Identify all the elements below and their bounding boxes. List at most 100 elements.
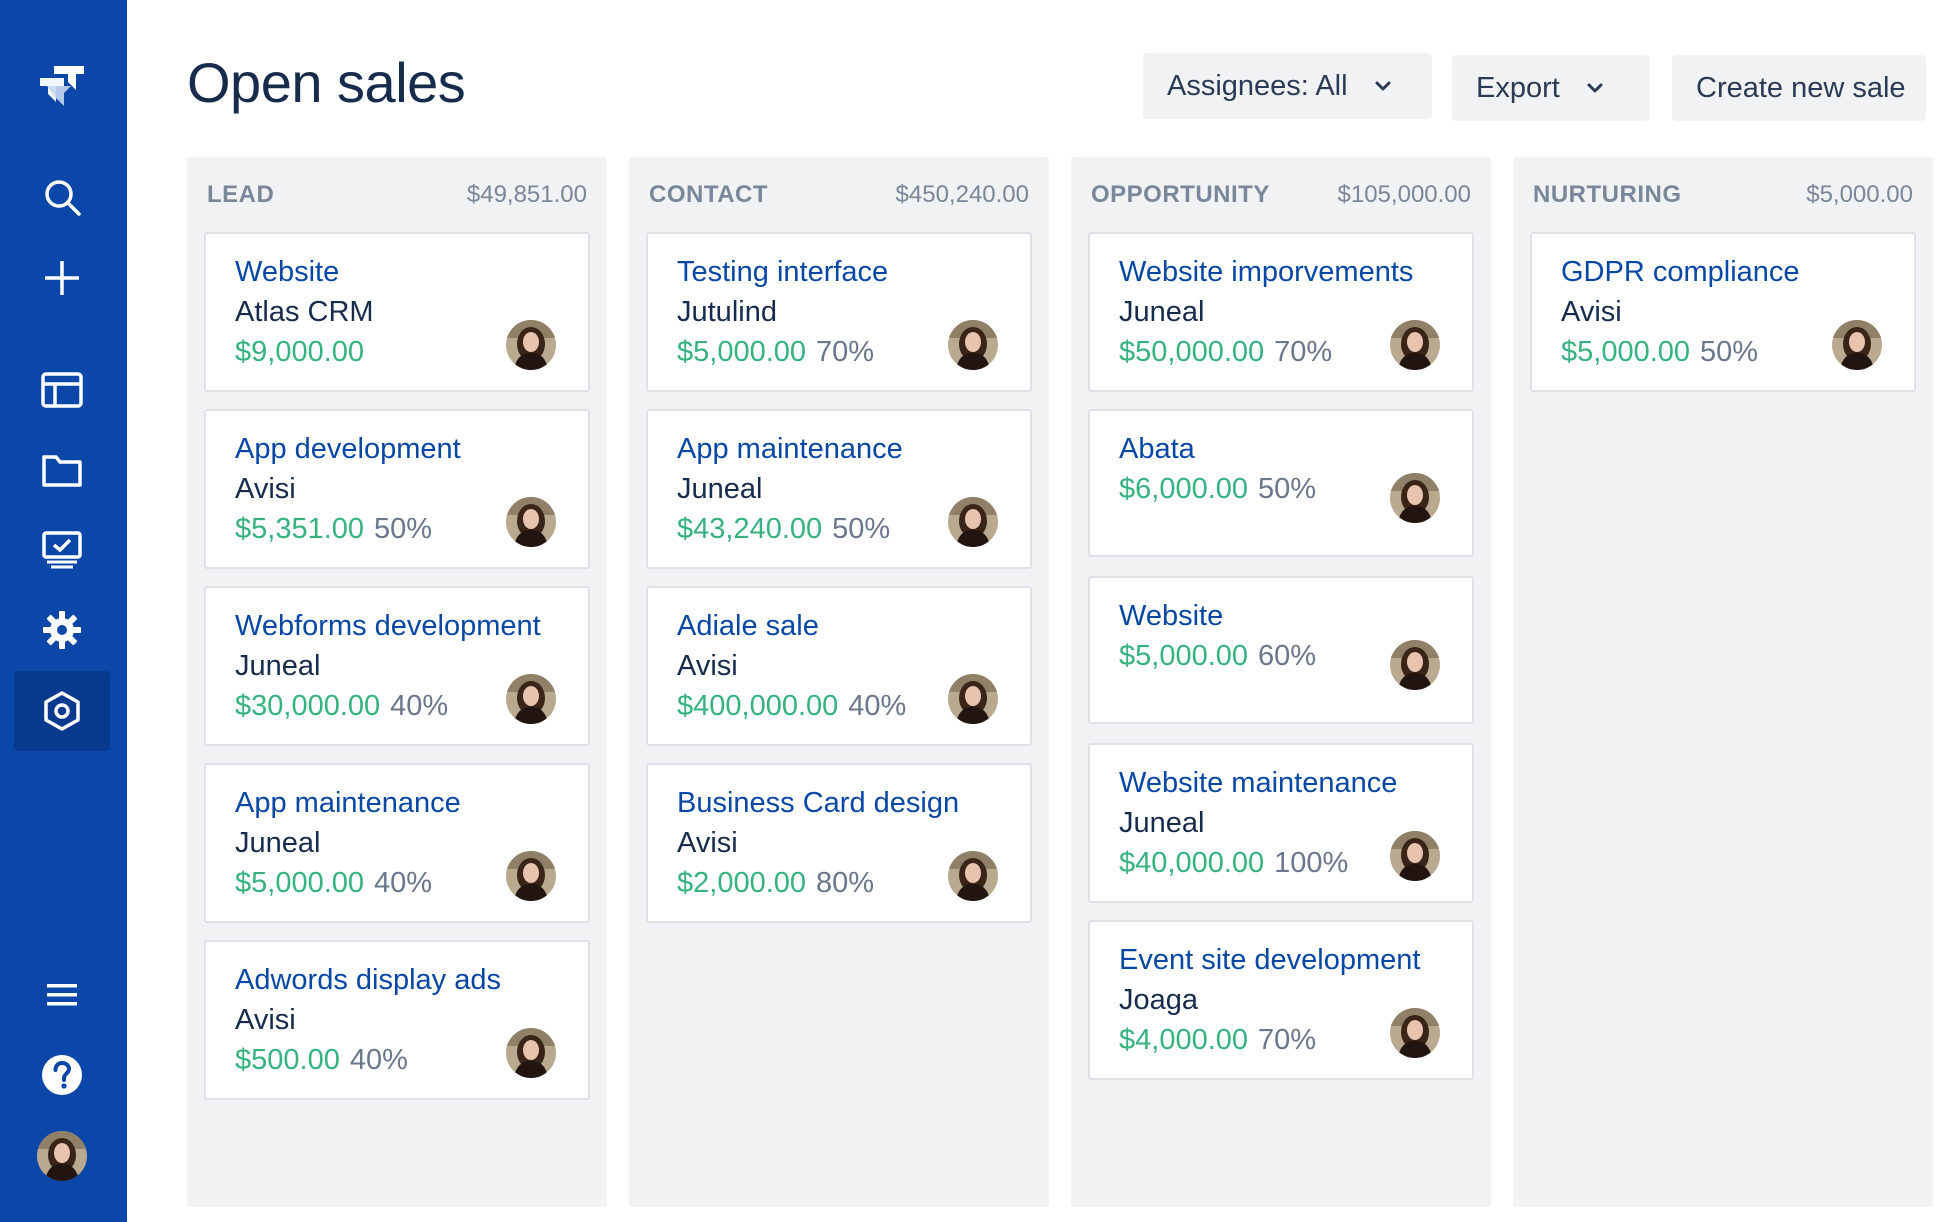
sale-title-link[interactable]: App maintenance <box>677 433 903 466</box>
sale-title-link[interactable]: Adwords display ads <box>235 964 501 997</box>
sale-value: $43,240.00 50% <box>677 513 890 546</box>
sale-value: $30,000.00 40% <box>235 690 448 723</box>
sale-title-link[interactable]: Event site development <box>1119 944 1420 977</box>
assignee-avatar[interactable] <box>1390 640 1440 690</box>
hexagon-settings-icon[interactable] <box>14 671 110 751</box>
sale-card[interactable]: Testing interface Jutulind $5,000.00 70% <box>646 232 1032 392</box>
column-header: OPPORTUNITY $105,000.00 <box>1091 181 1471 209</box>
sale-card[interactable]: Website maintenance Juneal $40,000.00 100% <box>1088 743 1474 903</box>
sale-company: Jutulind <box>677 296 777 328</box>
sale-company: Joaga <box>1119 984 1199 1016</box>
assignee-avatar[interactable] <box>948 851 998 901</box>
sale-amount: $50,000.00 <box>1119 336 1265 368</box>
sale-probability: 50% <box>1258 473 1317 505</box>
assignee-avatar[interactable] <box>506 320 556 370</box>
sale-company: Juneal <box>1119 807 1205 839</box>
sale-card[interactable]: Webforms development Juneal $30,000.00 40% <box>204 586 590 746</box>
column-name: OPPORTUNITY <box>1091 181 1270 208</box>
assignee-avatar[interactable] <box>1390 473 1440 523</box>
column-header: NURTURING $5,000.00 <box>1533 181 1913 209</box>
sale-card[interactable]: GDPR compliance Avisi $5,000.00 50% <box>1530 232 1916 392</box>
assignee-avatar[interactable] <box>506 674 556 724</box>
sale-card[interactable]: Website imporvements Juneal $50,000.00 70% <box>1088 232 1474 392</box>
sale-amount: $400,000.00 <box>677 690 839 722</box>
assignee-avatar[interactable] <box>506 851 556 901</box>
sale-value: $9,000.00 <box>235 336 364 369</box>
sale-probability: 40% <box>848 690 907 722</box>
sale-title-link[interactable]: Business Card design <box>677 787 959 820</box>
assignee-avatar[interactable] <box>948 320 998 370</box>
sale-company: Juneal <box>235 827 321 859</box>
sale-probability: 70% <box>1258 1024 1317 1056</box>
sale-probability: 80% <box>816 867 875 899</box>
sale-title-link[interactable]: Testing interface <box>677 256 888 289</box>
sale-amount: $4,000.00 <box>1119 1024 1249 1056</box>
sale-probability: 40% <box>390 690 449 722</box>
sale-card[interactable]: Website $5,000.00 60% <box>1088 576 1474 724</box>
chevron-down-icon <box>1586 82 1604 94</box>
assignee-avatar[interactable] <box>1390 1008 1440 1058</box>
assignee-avatar[interactable] <box>506 1028 556 1078</box>
sale-card[interactable]: App maintenance Juneal $43,240.00 50% <box>646 409 1032 569</box>
sale-probability: 40% <box>374 867 433 899</box>
assignee-avatar[interactable] <box>948 497 998 547</box>
jira-logo-icon[interactable] <box>14 44 110 124</box>
page-title: Open sales <box>187 51 466 114</box>
column-total: $450,240.00 <box>895 181 1029 208</box>
menu-icon[interactable] <box>14 955 110 1035</box>
sale-card[interactable]: App maintenance Juneal $5,000.00 40% <box>204 763 590 923</box>
help-icon[interactable] <box>14 1035 110 1115</box>
board-icon[interactable] <box>14 350 110 430</box>
avatar[interactable] <box>14 1116 110 1196</box>
sale-company: Juneal <box>1119 296 1205 328</box>
sale-title-link[interactable]: Website imporvements <box>1119 256 1413 289</box>
sale-amount: $9,000.00 <box>235 336 365 368</box>
column-opportunity: OPPORTUNITY $105,000.00 Website imporvemen… <box>1071 157 1491 1207</box>
assignees-filter-button[interactable]: Assignees: All <box>1143 53 1432 119</box>
create-new-sale-label: Create new sale <box>1696 71 1906 104</box>
sale-value: $5,000.00 60% <box>1119 640 1316 673</box>
sale-amount: $30,000.00 <box>235 690 381 722</box>
folder-icon[interactable] <box>14 430 110 510</box>
sale-company: Avisi <box>235 473 296 505</box>
sale-title-link[interactable]: Abata <box>1119 433 1195 466</box>
assignee-avatar[interactable] <box>1390 831 1440 881</box>
column-total: $5,000.00 <box>1806 181 1913 208</box>
sale-title-link[interactable]: GDPR compliance <box>1561 256 1800 289</box>
create-new-sale-button[interactable]: Create new sale <box>1672 55 1926 121</box>
sale-title-link[interactable]: Website <box>235 256 339 289</box>
sale-title-link[interactable]: Webforms development <box>235 610 541 643</box>
sale-value: $5,351.00 50% <box>235 513 432 546</box>
plus-icon[interactable] <box>14 238 110 318</box>
sale-company: Avisi <box>677 650 738 682</box>
sale-card[interactable]: Website Atlas CRM $9,000.00 <box>204 232 590 392</box>
sale-probability: 70% <box>816 336 875 368</box>
sale-card[interactable]: Adiale sale Avisi $400,000.00 40% <box>646 586 1032 746</box>
gear-icon[interactable] <box>14 590 110 670</box>
sale-company: Avisi <box>1561 296 1622 328</box>
sale-card[interactable]: App development Avisi $5,351.00 50% <box>204 409 590 569</box>
sale-title-link[interactable]: Website maintenance <box>1119 767 1397 800</box>
sale-card[interactable]: Abata $6,000.00 50% <box>1088 409 1474 557</box>
sale-probability: 70% <box>1274 336 1333 368</box>
sale-card[interactable]: Business Card design Avisi $2,000.00 80% <box>646 763 1032 923</box>
sale-amount: $5,000.00 <box>1119 640 1249 672</box>
sale-title-link[interactable]: App maintenance <box>235 787 461 820</box>
sale-value: $40,000.00 100% <box>1119 847 1348 880</box>
monitor-check-icon[interactable] <box>14 510 110 590</box>
sale-card[interactable]: Adwords display ads Avisi $500.00 40% <box>204 940 590 1100</box>
assignee-avatar[interactable] <box>1832 320 1882 370</box>
sale-value: $500.00 40% <box>235 1044 408 1077</box>
search-icon[interactable] <box>14 157 110 237</box>
sale-card[interactable]: Event site development Joaga $4,000.00 70% <box>1088 920 1474 1080</box>
sale-title-link[interactable]: App development <box>235 433 461 466</box>
export-button[interactable]: Export <box>1452 55 1650 121</box>
assignee-avatar[interactable] <box>948 674 998 724</box>
sale-company: Atlas CRM <box>235 296 374 328</box>
assignee-avatar[interactable] <box>1390 320 1440 370</box>
sale-title-link[interactable]: Adiale sale <box>677 610 819 643</box>
sale-title-link[interactable]: Website <box>1119 600 1223 633</box>
sale-amount: $6,000.00 <box>1119 473 1249 505</box>
sale-probability: 50% <box>832 513 891 545</box>
assignee-avatar[interactable] <box>506 497 556 547</box>
